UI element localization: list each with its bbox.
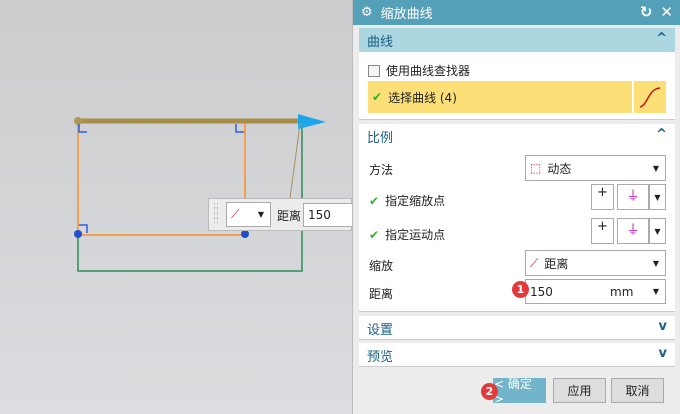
floating-distance-label: 距离 (277, 209, 302, 223)
close-icon[interactable]: ✕ (660, 3, 673, 21)
point-dialog-button[interactable]: + (591, 218, 614, 244)
point-dialog-button[interactable]: + (591, 184, 614, 210)
distance-value: 150 (530, 284, 553, 299)
curve-section-header[interactable]: 曲线 ^ (359, 28, 675, 52)
section-title: 比例 (367, 130, 394, 146)
use-finder-checkbox[interactable] (368, 64, 380, 77)
section-title: 曲线 (367, 34, 394, 50)
use-finder-row[interactable]: 使用曲线查找器 (368, 62, 470, 79)
scale-section-header[interactable]: 比例 ^ (359, 124, 675, 148)
reset-icon[interactable]: ↻ (640, 3, 653, 21)
section-title: 设置 (367, 322, 394, 338)
select-curve-label: 选择曲线 (4) (388, 90, 457, 105)
dynamic-icon: ⬚ (530, 161, 542, 175)
drag-handle[interactable]: :::::::: (213, 202, 219, 226)
title-bar: ⚙ 缩放曲线 ↻ ✕ (353, 0, 680, 25)
scale-dropdown[interactable]: ⟋ 距离 ▼ (525, 250, 666, 276)
scale-label: 缩放 (369, 259, 394, 273)
chevron-down-icon: ▼ (257, 210, 264, 219)
floating-input-toolbar: :::::::: ⟋ ▼ 距离 150 (208, 198, 353, 231)
select-curve-row[interactable]: ✔ 选择曲线 (4) (368, 81, 632, 113)
floating-distance-input[interactable]: 150 (303, 203, 353, 227)
distance-icon: ⟋ (231, 207, 240, 221)
point-type-dropdown[interactable]: ▼ (649, 184, 666, 210)
chevron-down-icon: ▼ (652, 163, 659, 173)
point-type-button[interactable]: ⏚ (617, 184, 649, 210)
method-label: 方法 (369, 163, 394, 177)
graphics-canvas[interactable]: :::::::: ⟋ ▼ 距离 150 (0, 0, 353, 414)
curve-section: 曲线 ^ 使用曲线查找器 ✔ 选择曲线 (4) (359, 28, 675, 120)
floating-scale-dropdown[interactable]: ⟋ ▼ (226, 202, 271, 227)
motion-point-label: 指定运动点 (385, 228, 446, 242)
chevron-up-icon: ^ (656, 31, 667, 46)
section-title: 预览 (367, 349, 394, 365)
step-badge-2: 2 (481, 383, 498, 400)
preview-section-header[interactable]: 预览 v (359, 343, 675, 367)
dialog-title: 缩放曲线 (380, 7, 433, 22)
chevron-down-icon: ▼ (652, 287, 659, 296)
method-dropdown[interactable]: ⬚ 动态 ▼ (525, 155, 666, 181)
apply-button[interactable]: 应用 (553, 378, 606, 403)
gear-icon[interactable]: ⚙ (361, 5, 373, 20)
distance-unit: mm (610, 284, 634, 299)
distance-label: 距离 (369, 287, 394, 301)
scale-point-row: ✔ 指定缩放点 (369, 192, 445, 209)
curve-select-button[interactable] (634, 81, 666, 113)
distance-input[interactable]: 150 mm ▼ (525, 279, 666, 304)
scale-curve-dialog: ⚙ 缩放曲线 ↻ ✕ 曲线 ^ 使用曲线查找器 ✔ 选择曲线 (4) 比例 ^ 方法 ⬚… (352, 0, 680, 414)
ok-button[interactable]: < 确定 > (493, 377, 546, 406)
chevron-up-icon: ^ (656, 127, 667, 142)
check-icon: ✔ (369, 193, 380, 208)
point-type-dropdown[interactable]: ▼ (649, 218, 666, 244)
chevron-down-icon: v (658, 346, 667, 361)
scale-value: 距离 (544, 256, 569, 271)
curve-icon (639, 87, 661, 108)
scale-point-label: 指定缩放点 (385, 194, 446, 208)
settings-section-header[interactable]: 设置 v (359, 316, 675, 340)
chevron-down-icon: ▼ (652, 258, 659, 268)
use-finder-label: 使用曲线查找器 (386, 64, 471, 78)
distance-icon: ⟋ (530, 255, 539, 270)
step-badge-1: 1 (512, 281, 529, 298)
cancel-button[interactable]: 取消 (611, 378, 664, 403)
check-icon: ✔ (369, 227, 380, 242)
method-value: 动态 (547, 161, 572, 176)
chevron-down-icon: v (658, 319, 667, 334)
motion-point-row: ✔ 指定运动点 (369, 226, 445, 243)
point-type-button[interactable]: ⏚ (617, 218, 649, 244)
check-icon: ✔ (372, 90, 383, 104)
floating-distance-value: 150 (308, 208, 331, 222)
